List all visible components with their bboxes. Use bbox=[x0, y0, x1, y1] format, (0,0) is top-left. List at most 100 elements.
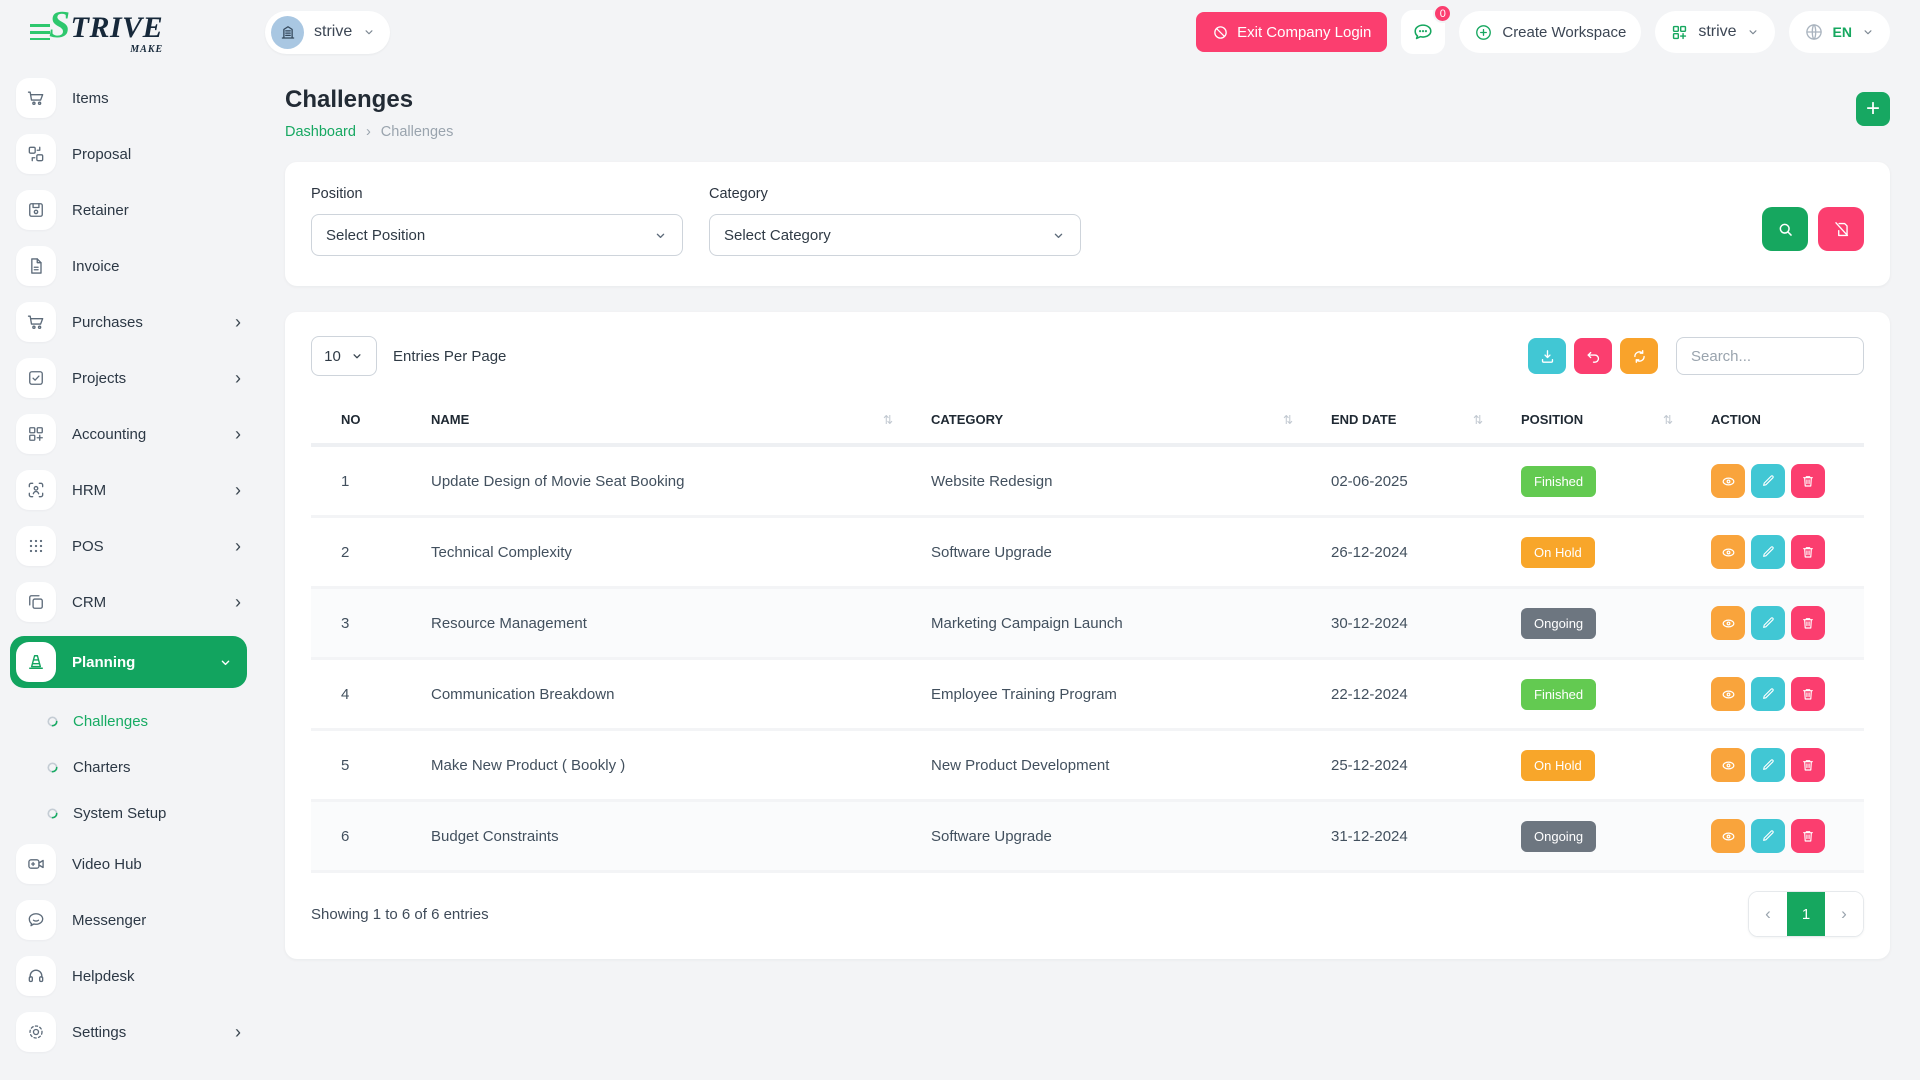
delete-button[interactable] bbox=[1791, 535, 1825, 569]
undo-icon bbox=[1585, 348, 1602, 365]
sidebar-item-crm[interactable]: CRM › bbox=[16, 580, 241, 624]
view-button[interactable] bbox=[1711, 748, 1745, 782]
view-button[interactable] bbox=[1711, 606, 1745, 640]
export-button[interactable] bbox=[1528, 338, 1566, 374]
sidebar-subitem-label: System Setup bbox=[73, 805, 166, 822]
position-filter-select[interactable]: Select Position bbox=[311, 214, 683, 256]
cell-no: 1 bbox=[311, 445, 421, 517]
chevron-down-icon bbox=[1861, 25, 1875, 39]
sidebar-item-projects[interactable]: Projects › bbox=[16, 356, 241, 400]
position-filter-value: Select Position bbox=[326, 227, 425, 244]
apply-filter-button[interactable] bbox=[1762, 207, 1808, 251]
trash-icon bbox=[1800, 615, 1816, 631]
eye-icon bbox=[1720, 544, 1737, 561]
file-icon bbox=[16, 246, 56, 286]
view-button[interactable] bbox=[1711, 535, 1745, 569]
sidebar-item-label: Video Hub bbox=[72, 856, 142, 873]
pagination-next-button[interactable]: › bbox=[1825, 892, 1863, 936]
filter-panel: Position Select Position Category Select… bbox=[285, 162, 1890, 286]
chevron-down-icon bbox=[653, 228, 668, 243]
exit-label: Exit Company Login bbox=[1237, 24, 1371, 41]
add-challenge-button[interactable]: + bbox=[1856, 92, 1890, 126]
breadcrumb-dashboard-link[interactable]: Dashboard bbox=[285, 124, 356, 140]
category-filter-select[interactable]: Select Category bbox=[709, 214, 1081, 256]
column-header-position[interactable]: POSITION⇅ bbox=[1511, 396, 1701, 445]
workspace-selector[interactable]: strive bbox=[265, 11, 390, 54]
edit-button[interactable] bbox=[1751, 748, 1785, 782]
chat-button[interactable]: 0 bbox=[1401, 10, 1445, 54]
sidebar-item-accounting[interactable]: Accounting › bbox=[16, 412, 241, 456]
chevron-right-icon: › bbox=[235, 425, 241, 443]
sidebar-item-invoice[interactable]: Invoice bbox=[16, 244, 241, 288]
sidebar-item-video-hub[interactable]: Video Hub bbox=[16, 842, 241, 886]
clear-filter-button[interactable] bbox=[1818, 207, 1864, 251]
create-workspace-button[interactable]: Create Workspace bbox=[1459, 11, 1641, 53]
column-header-end-date[interactable]: END DATE⇅ bbox=[1321, 396, 1511, 445]
column-header-name[interactable]: NAME⇅ bbox=[421, 396, 921, 445]
table-search-input[interactable] bbox=[1676, 337, 1864, 375]
undo-button[interactable] bbox=[1574, 338, 1612, 374]
sidebar-item-label: Retainer bbox=[72, 202, 129, 219]
sidebar-item-proposal[interactable]: Proposal bbox=[16, 132, 241, 176]
entries-per-page-select[interactable]: 10 bbox=[311, 336, 377, 376]
cell-position: Ongoing bbox=[1511, 588, 1701, 659]
trash-icon bbox=[1800, 828, 1816, 844]
sidebar-item-helpdesk[interactable]: Helpdesk bbox=[16, 954, 241, 998]
column-header-category[interactable]: CATEGORY⇅ bbox=[921, 396, 1321, 445]
cell-name: Make New Product ( Bookly ) bbox=[421, 730, 921, 801]
view-button[interactable] bbox=[1711, 464, 1745, 498]
cell-end-date: 31-12-2024 bbox=[1321, 801, 1511, 872]
edit-button[interactable] bbox=[1751, 677, 1785, 711]
cell-end-date: 26-12-2024 bbox=[1321, 517, 1511, 588]
view-button[interactable] bbox=[1711, 819, 1745, 853]
cell-no: 3 bbox=[311, 588, 421, 659]
delete-button[interactable] bbox=[1791, 748, 1825, 782]
edit-button[interactable] bbox=[1751, 606, 1785, 640]
refresh-button[interactable] bbox=[1620, 338, 1658, 374]
sidebar-item-pos[interactable]: POS › bbox=[16, 524, 241, 568]
eye-icon bbox=[1720, 757, 1737, 774]
sidebar-item-label: CRM bbox=[72, 594, 106, 611]
sidebar-subitem-challenges[interactable]: Challenges bbox=[16, 700, 241, 742]
delete-button[interactable] bbox=[1791, 819, 1825, 853]
circle-dashed-icon bbox=[46, 761, 59, 774]
table-row: 1 Update Design of Movie Seat Booking We… bbox=[311, 445, 1864, 517]
sidebar-item-label: Invoice bbox=[72, 258, 120, 275]
column-header-no: NO bbox=[311, 396, 421, 445]
sort-icon: ⇅ bbox=[883, 413, 911, 427]
sidebar-item-settings[interactable]: Settings › bbox=[16, 1010, 241, 1054]
sidebar-item-hrm[interactable]: HRM › bbox=[16, 468, 241, 512]
chat-bubble-icon bbox=[1412, 21, 1434, 43]
sidebar-subitem-system-setup[interactable]: System Setup bbox=[16, 792, 241, 834]
delete-button[interactable] bbox=[1791, 677, 1825, 711]
pencil-icon bbox=[1760, 544, 1776, 560]
sidebar-subitem-charters[interactable]: Charters bbox=[16, 746, 241, 788]
sidebar-item-planning[interactable]: Planning bbox=[10, 636, 247, 688]
company-selector[interactable]: strive bbox=[1655, 11, 1774, 53]
sidebar-item-purchases[interactable]: Purchases › bbox=[16, 300, 241, 344]
view-button[interactable] bbox=[1711, 677, 1745, 711]
delete-button[interactable] bbox=[1791, 464, 1825, 498]
eye-icon bbox=[1720, 473, 1737, 490]
pagination-page-1-button[interactable]: 1 bbox=[1787, 892, 1825, 936]
language-selector[interactable]: EN bbox=[1789, 11, 1890, 53]
sidebar-item-retainer[interactable]: Retainer bbox=[16, 188, 241, 232]
cell-name: Resource Management bbox=[421, 588, 921, 659]
chat-badge: 0 bbox=[1433, 4, 1452, 23]
exit-company-login-button[interactable]: Exit Company Login bbox=[1196, 12, 1387, 52]
edit-button[interactable] bbox=[1751, 819, 1785, 853]
cell-name: Budget Constraints bbox=[421, 801, 921, 872]
sidebar-item-items[interactable]: Items bbox=[16, 76, 241, 120]
sidebar-item-messenger[interactable]: Messenger bbox=[16, 898, 241, 942]
brand-logo[interactable]: STRIVE MAKE bbox=[30, 10, 163, 55]
cell-end-date: 30-12-2024 bbox=[1321, 588, 1511, 659]
edit-button[interactable] bbox=[1751, 464, 1785, 498]
delete-button[interactable] bbox=[1791, 606, 1825, 640]
breadcrumb: Dashboard › Challenges bbox=[285, 124, 453, 140]
cell-action bbox=[1701, 659, 1864, 730]
pagination-prev-button[interactable]: ‹ bbox=[1749, 892, 1787, 936]
status-badge: On Hold bbox=[1521, 750, 1595, 781]
chevron-right-icon: › bbox=[235, 369, 241, 387]
edit-button[interactable] bbox=[1751, 535, 1785, 569]
position-filter-label: Position bbox=[311, 186, 683, 202]
